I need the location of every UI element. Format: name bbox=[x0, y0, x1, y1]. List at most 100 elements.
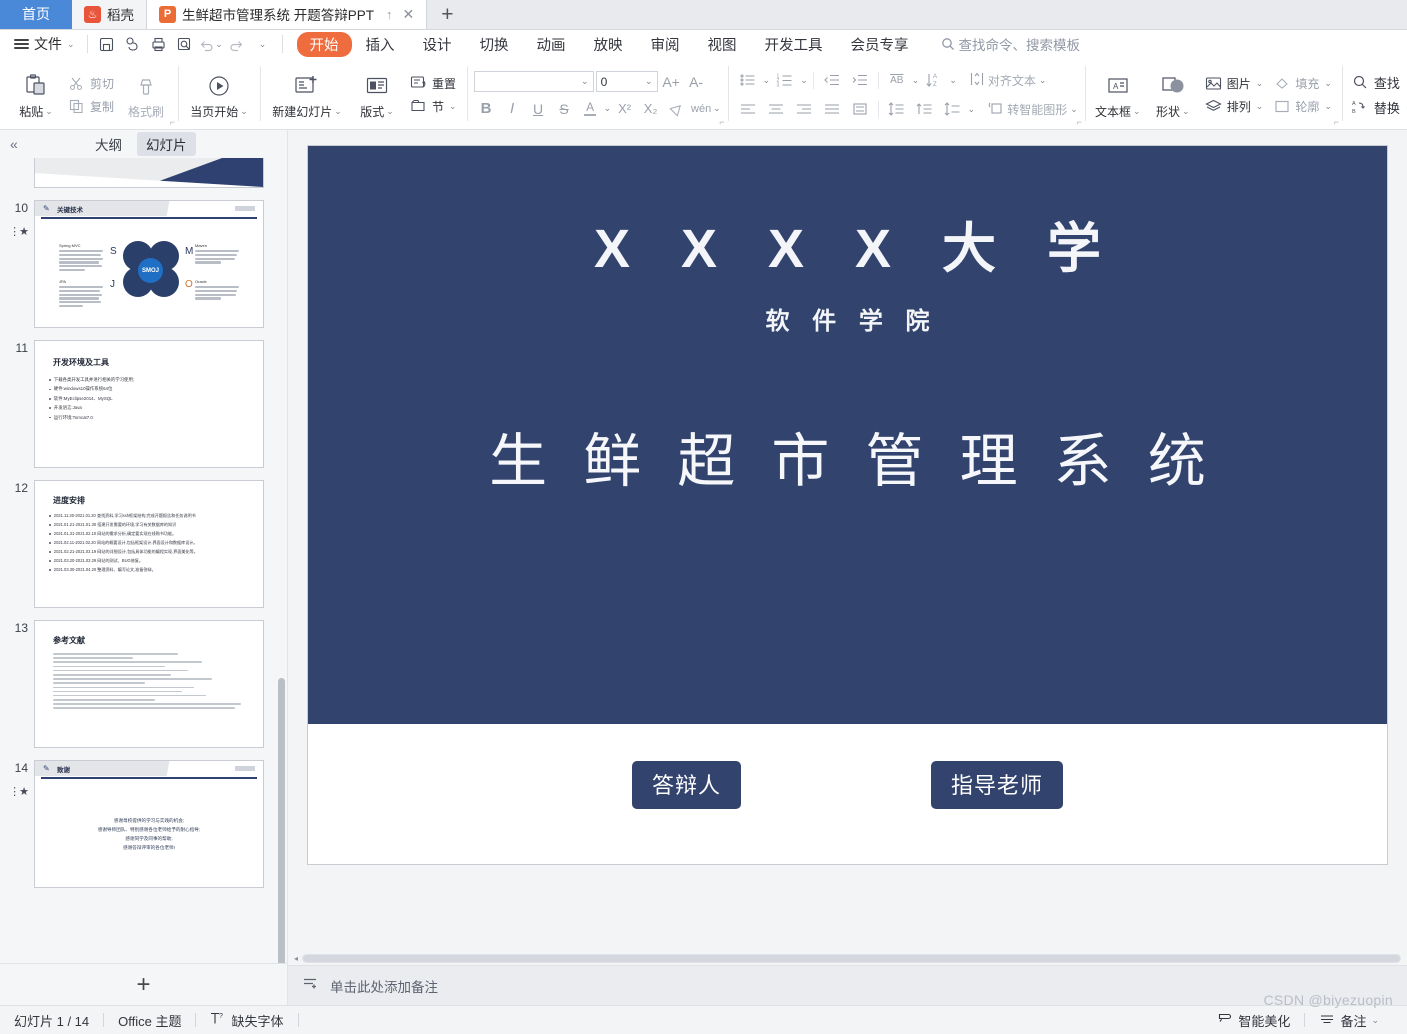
print-icon[interactable] bbox=[146, 33, 172, 55]
italic-button[interactable]: I bbox=[500, 97, 525, 121]
thumbnail-item[interactable]: 13 参考文献 bbox=[0, 614, 287, 754]
tab-docer[interactable]: ♨ 稻壳 bbox=[72, 0, 147, 29]
scroll-left-icon[interactable]: ◂ bbox=[294, 954, 298, 963]
tab-document[interactable]: P 生鲜超市管理系统 开题答辩PPT ↑ ✕ bbox=[147, 0, 428, 29]
font-size-combo[interactable]: 0 ⌄ bbox=[595, 71, 658, 92]
ribbon-tab-transition[interactable]: 切换 bbox=[466, 32, 523, 57]
chevron-down-icon[interactable]: ⌄ bbox=[949, 75, 957, 86]
shrink-font-button[interactable]: A- bbox=[685, 71, 708, 93]
ribbon-tab-review[interactable]: 审阅 bbox=[637, 32, 694, 57]
thumbnail-scrollbar[interactable] bbox=[278, 678, 285, 963]
advisor-button[interactable]: 指导老师 bbox=[931, 761, 1064, 809]
font-color-button[interactable]: A bbox=[578, 97, 603, 121]
ribbon-tab-animation[interactable]: 动画 bbox=[523, 32, 580, 57]
find-button[interactable]: 查找 bbox=[1349, 72, 1407, 93]
justify-icon[interactable] bbox=[819, 97, 845, 122]
fill-button[interactable]: 填充 ⌄ bbox=[1270, 74, 1335, 93]
scroll-track[interactable] bbox=[302, 953, 1401, 963]
drawing-dialog-launcher[interactable]: ⌐ bbox=[1334, 117, 1339, 127]
ribbon-tab-view[interactable]: 视图 bbox=[694, 32, 751, 57]
theme-indicator[interactable]: Office 主题 bbox=[104, 1011, 195, 1030]
convert-smartart-button[interactable]: 转智能图形 ⌄ bbox=[985, 100, 1078, 119]
notes-pane[interactable]: 单击此处添加备注 bbox=[288, 965, 1407, 1005]
slide-count-indicator[interactable]: 幻灯片 1 / 14 bbox=[14, 1011, 103, 1030]
thumbnail-item[interactable]: 14 ⋮★ ✎ 致谢 感谢母校提供的学习与实践的机会; 感谢导师团队、特别感谢各… bbox=[0, 754, 287, 894]
paste-button[interactable]: 粘贴 ⌄ bbox=[9, 60, 63, 129]
copy-button[interactable]: 复制 bbox=[65, 97, 117, 116]
cut-button[interactable]: 剪切 bbox=[65, 74, 117, 93]
ribbon-tab-slideshow[interactable]: 放映 bbox=[580, 32, 637, 57]
college-name[interactable]: 软 件 学 院 bbox=[308, 301, 1387, 336]
reset-button[interactable]: 重置 bbox=[407, 74, 460, 93]
redo-icon[interactable] bbox=[224, 33, 250, 55]
superscript-button[interactable]: X² bbox=[612, 97, 637, 121]
text-direction-button[interactable]: AB bbox=[884, 68, 910, 93]
bold-button[interactable]: B bbox=[474, 97, 499, 121]
align-text-button[interactable]: 对齐文本 ⌄ bbox=[967, 71, 1046, 90]
font-name-combo[interactable]: ⌄ bbox=[473, 71, 594, 92]
chevron-down-icon[interactable]: ⌄ bbox=[912, 75, 920, 86]
collapse-panel-button[interactable]: « bbox=[10, 136, 30, 152]
paragraph-dialog-launcher[interactable]: ⌐ bbox=[1077, 117, 1082, 127]
ribbon-tab-design[interactable]: 设计 bbox=[409, 32, 466, 57]
chevron-down-icon[interactable]: ⌄ bbox=[968, 104, 976, 115]
chevron-down-icon[interactable]: ⌄ bbox=[763, 75, 771, 86]
increase-indent-icon[interactable] bbox=[847, 68, 873, 93]
line-spacing-icon[interactable] bbox=[884, 97, 910, 122]
decrease-indent-icon[interactable] bbox=[819, 68, 845, 93]
outline-button[interactable]: 轮廓 ⌄ bbox=[1270, 97, 1335, 116]
replace-button[interactable]: A B 替换 ⌄ bbox=[1349, 97, 1407, 118]
add-slide-button[interactable]: + bbox=[0, 963, 287, 1005]
underline-button[interactable]: U bbox=[526, 97, 551, 121]
pinyin-guide-button[interactable]: wén bbox=[690, 97, 712, 121]
file-menu-button[interactable]: 文件 ⌄ bbox=[8, 34, 81, 54]
distribute-icon[interactable] bbox=[847, 97, 873, 122]
clear-format-icon[interactable] bbox=[664, 97, 689, 121]
slide-canvas[interactable]: X X X X 大 学 软 件 学 院 生 鲜 超 市 管 理 系 统 答辩人 … bbox=[308, 146, 1387, 864]
align-right-icon[interactable] bbox=[791, 97, 817, 122]
spacing-more-icon[interactable] bbox=[940, 97, 966, 122]
textbox-button[interactable]: A 文本框 ⌄ bbox=[1090, 60, 1146, 129]
tab-home[interactable]: 首页 bbox=[0, 0, 72, 29]
picture-button[interactable]: 图片 ⌄ bbox=[1202, 74, 1267, 93]
layout-button[interactable]: 版式 ⌄ bbox=[349, 60, 405, 129]
close-icon[interactable]: ✕ bbox=[403, 6, 415, 23]
thumbnail-item[interactable]: 12 进度安排 2021.11.30-2021.01.20 查找资料,学习ssh… bbox=[0, 474, 287, 614]
strikethrough-button[interactable]: S bbox=[552, 97, 577, 121]
subscript-button[interactable]: X₂ bbox=[638, 97, 663, 121]
align-left-icon[interactable] bbox=[735, 97, 761, 122]
thumbnail-item[interactable]: 11 开发环境及工具 下载各类开发工具并进行相关的学习使用; 硬件:window… bbox=[0, 334, 287, 474]
chevron-down-icon[interactable]: ⌄ bbox=[604, 103, 612, 114]
presenter-button[interactable]: 答辩人 bbox=[631, 761, 741, 809]
para-spacing-icon[interactable] bbox=[912, 97, 938, 122]
bullet-list-icon[interactable] bbox=[735, 68, 761, 93]
ribbon-tab-member[interactable]: 会员专享 bbox=[837, 32, 923, 57]
tab-slides[interactable]: 幻灯片 bbox=[137, 132, 196, 156]
slide-main-title[interactable]: 生 鲜 超 市 管 理 系 统 bbox=[308, 414, 1387, 498]
numbered-list-icon[interactable]: 1 2 3 bbox=[772, 68, 798, 93]
notes-toggle-button[interactable]: 备注 ⌄ bbox=[1305, 1011, 1393, 1030]
start-from-current-button[interactable]: 当页开始 ⌄ bbox=[183, 60, 255, 129]
section-button[interactable]: 节 ⌄ bbox=[407, 97, 460, 116]
thumbnail-list[interactable]: 10 ⋮★ ✎ 关键技术 SMOJ S M J O Spring MVC Mav… bbox=[0, 158, 287, 963]
cloud-sync-icon[interactable] bbox=[120, 33, 146, 55]
beautify-button[interactable]: 智能美化 bbox=[1217, 1011, 1304, 1030]
new-tab-button[interactable]: + bbox=[427, 1, 467, 29]
missing-font-indicator[interactable]: ? 缺失字体 bbox=[196, 1011, 297, 1030]
ribbon-tab-developer[interactable]: 开发工具 bbox=[751, 32, 837, 57]
format-painter-button[interactable]: 格式刷 bbox=[119, 60, 173, 129]
horizontal-scrollbar[interactable]: ◂ bbox=[288, 951, 1407, 965]
scroll-thumb[interactable] bbox=[303, 954, 1400, 962]
grow-font-button[interactable]: A+ bbox=[660, 71, 683, 93]
thumbnail-item[interactable]: 10 ⋮★ ✎ 关键技术 SMOJ S M J O Spring MVC Mav… bbox=[0, 194, 287, 334]
customize-toolbar-icon[interactable]: ⌄ bbox=[250, 33, 276, 55]
save-icon[interactable] bbox=[94, 33, 120, 55]
new-slide-button[interactable]: 新建幻灯片 ⌄ bbox=[265, 60, 349, 129]
shapes-button[interactable]: 形状 ⌄ bbox=[1146, 60, 1200, 129]
undo-icon[interactable]: ⌄ bbox=[198, 33, 224, 55]
university-name[interactable]: X X X X 大 学 bbox=[308, 204, 1387, 283]
ribbon-tab-start[interactable]: 开始 bbox=[296, 31, 352, 57]
upload-icon[interactable]: ↑ bbox=[386, 7, 393, 22]
chevron-down-icon[interactable]: ⌄ bbox=[713, 103, 721, 114]
sort-icon[interactable]: A Z bbox=[921, 68, 947, 93]
